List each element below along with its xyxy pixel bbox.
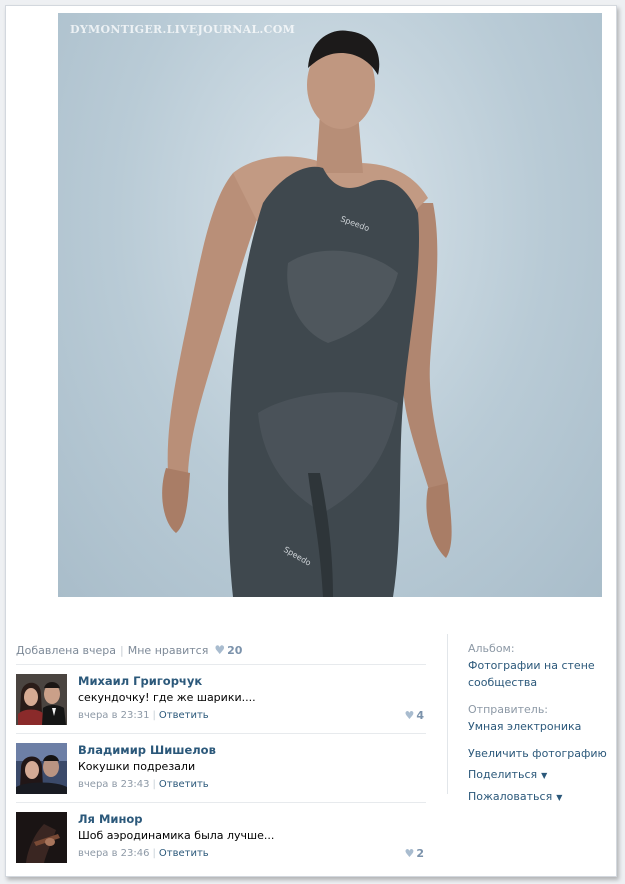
comment-footer: вчера в 23:31 | Ответить <box>78 710 426 721</box>
heart-icon[interactable]: ♥ <box>214 643 225 657</box>
watermark-text: DYMONTIGER.LIVEJOURNAL.COM <box>70 23 296 36</box>
added-date: Добавлена вчера <box>16 644 117 657</box>
comment-author[interactable]: Ля Минор <box>78 812 426 826</box>
separator: | <box>152 848 156 859</box>
comment-footer: вчера в 23:43 | Ответить <box>78 779 426 790</box>
avatar-image-icon <box>16 743 67 794</box>
sender-link[interactable]: Умная электроника <box>468 718 613 735</box>
comment-like-count: 4 <box>416 709 424 722</box>
photo-viewer-card: Speedo Speedo DYMONTIGER.LIVEJOURNAL.COM… <box>5 5 617 877</box>
avatar[interactable] <box>16 674 67 725</box>
comment-body: Ля Минор Шоб аэродинамика была лучше... … <box>78 812 426 859</box>
like-button[interactable]: Мне нравится <box>128 644 209 657</box>
report-link[interactable]: Пожаловаться <box>468 790 552 803</box>
chevron-down-icon: ▼ <box>556 793 563 802</box>
photo-meta-line: Добавлена вчера | Мне нравится ♥ 20 <box>16 643 242 657</box>
like-count: 20 <box>227 644 243 657</box>
comment-like-count: 2 <box>416 847 424 860</box>
avatar[interactable] <box>16 812 67 863</box>
share-link[interactable]: Поделиться <box>468 768 537 781</box>
reply-link[interactable]: Ответить <box>159 779 209 790</box>
comment-footer: вчера в 23:46 | Ответить <box>78 848 426 859</box>
photo-sidebar: Альбом: Фотографии на стене сообщества О… <box>468 640 613 806</box>
comment-text: Кокушки подрезали <box>78 760 196 773</box>
comments-list: Михаил Григорчук секундочку! где же шари… <box>16 664 426 871</box>
comment-text: Шоб аэродинамика была лучше... <box>78 829 275 842</box>
avatar-image-icon <box>16 674 67 725</box>
comment-item: Ля Минор Шоб аэродинамика была лучше... … <box>16 802 426 871</box>
reply-link[interactable]: Ответить <box>159 710 209 721</box>
album-link[interactable]: Фотографии на стене сообщества <box>468 657 613 691</box>
comment-time[interactable]: вчера в 23:46 <box>78 848 150 859</box>
comment-text: секундочку! где же шарики.... <box>78 691 256 704</box>
separator: | <box>120 644 124 657</box>
comment-body: Михаил Григорчук секундочку! где же шари… <box>78 674 426 721</box>
separator: | <box>152 710 156 721</box>
separator: | <box>152 779 156 790</box>
share-menu[interactable]: Поделиться ▼ <box>468 766 613 784</box>
comment-body: Владимир Шишелов Кокушки подрезали вчера… <box>78 743 426 790</box>
comment-like[interactable]: ♥ 2 <box>404 847 424 860</box>
report-menu[interactable]: Пожаловаться ▼ <box>468 788 613 806</box>
comment-author[interactable]: Владимир Шишелов <box>78 743 426 757</box>
heart-icon: ♥ <box>404 709 415 722</box>
avatar[interactable] <box>16 743 67 794</box>
vertical-divider <box>447 634 448 794</box>
main-photo[interactable]: Speedo Speedo DYMONTIGER.LIVEJOURNAL.COM <box>58 13 602 597</box>
avatar-image-icon <box>16 812 67 863</box>
chevron-down-icon: ▼ <box>541 771 548 780</box>
reply-link[interactable]: Ответить <box>159 848 209 859</box>
comment-time[interactable]: вчера в 23:43 <box>78 779 150 790</box>
album-label: Альбом: <box>468 642 515 655</box>
comment-author[interactable]: Михаил Григорчук <box>78 674 426 688</box>
swimmer-illustration: Speedo Speedo <box>162 30 452 597</box>
comment-time[interactable]: вчера в 23:31 <box>78 710 150 721</box>
comment-item: Владимир Шишелов Кокушки подрезали вчера… <box>16 733 426 802</box>
sender-label: Отправитель: <box>468 703 549 716</box>
heart-icon: ♥ <box>404 847 415 860</box>
comment-like[interactable]: ♥ 4 <box>404 709 424 722</box>
comment-item: Михаил Григорчук секундочку! где же шари… <box>16 664 426 733</box>
enlarge-photo-link[interactable]: Увеличить фотографию <box>468 745 613 762</box>
